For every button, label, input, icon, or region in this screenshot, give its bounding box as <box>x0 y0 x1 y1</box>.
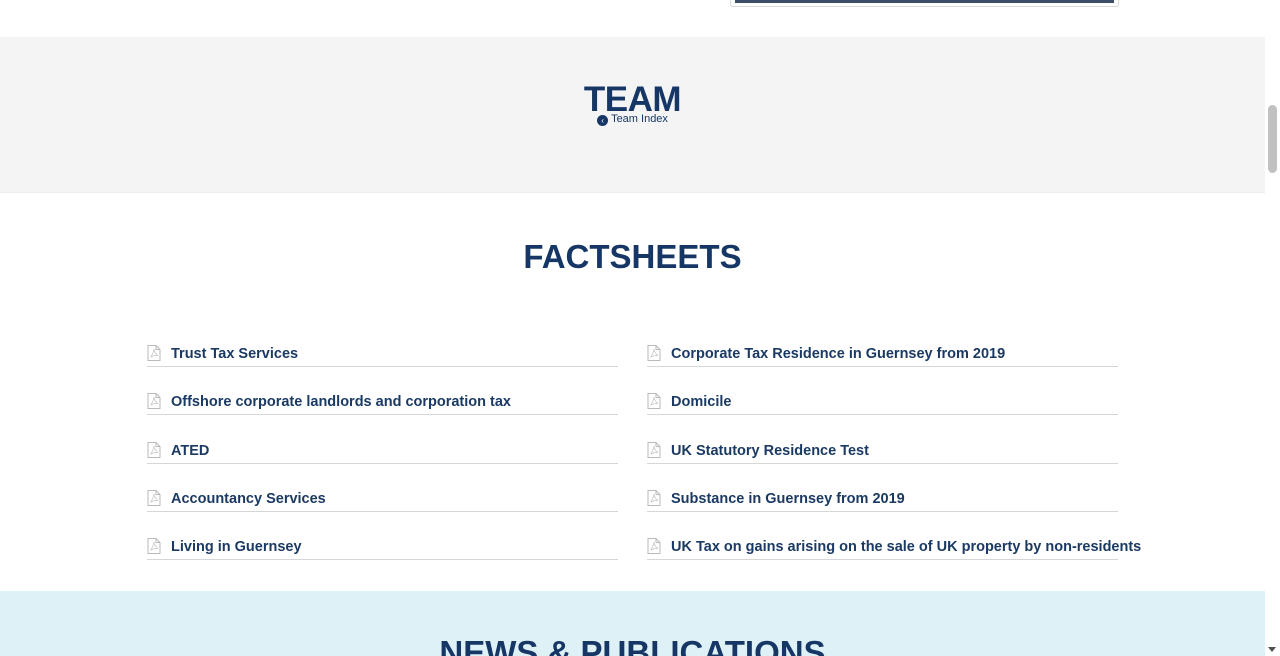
factsheet-link[interactable]: Substance in Guernsey from 2019 <box>671 490 905 508</box>
featured-image <box>735 0 1114 3</box>
factsheet-row: UK Statutory Residence Test <box>647 436 1118 464</box>
factsheet-item[interactable]: Living in Guernsey <box>147 532 618 580</box>
pdf-file-icon <box>647 345 661 361</box>
factsheet-item[interactable]: UK Tax on gains arising on the sale of U… <box>647 532 1141 580</box>
page-content: TEAM ‹ Team Index FACTSHEETS Trust Tax Se… <box>0 0 1265 656</box>
factsheet-item[interactable]: UK Statutory Residence Test <box>647 436 1118 484</box>
featured-image-frame <box>730 0 1119 7</box>
team-index-link[interactable]: ‹ Team Index <box>0 113 1265 126</box>
factsheet-link[interactable]: Corporate Tax Residence in Guernsey from… <box>671 345 1005 363</box>
pdf-file-icon <box>147 441 161 458</box>
factsheet-item[interactable]: Domicile <box>647 387 1118 435</box>
factsheets-left-column: Trust Tax Services Offshore corporate la… <box>147 339 618 580</box>
factsheet-row: UK Tax on gains arising on the sale of U… <box>647 532 1141 561</box>
factsheet-row: Domicile <box>647 387 1118 416</box>
scroll-down-arrow-icon[interactable] <box>1268 647 1276 652</box>
factsheet-link[interactable]: Trust Tax Services <box>171 345 298 363</box>
pdf-file-icon <box>647 489 661 506</box>
team-section: TEAM ‹ Team Index <box>0 37 1265 193</box>
factsheet-item[interactable]: Substance in Guernsey from 2019 <box>647 484 1118 532</box>
factsheet-item[interactable]: Corporate Tax Residence in Guernsey from… <box>647 339 1118 387</box>
factsheet-link[interactable]: Living in Guernsey <box>171 538 302 556</box>
factsheet-row: Accountancy Services <box>147 484 618 512</box>
factsheet-link[interactable]: UK Tax on gains arising on the sale of U… <box>671 538 1141 556</box>
pdf-file-icon <box>647 393 661 410</box>
factsheet-row: Living in Guernsey <box>147 532 618 561</box>
page-viewport: TEAM ‹ Team Index FACTSHEETS Trust Tax Se… <box>0 0 1280 656</box>
factsheet-item[interactable]: Accountancy Services <box>147 484 618 532</box>
pdf-file-icon <box>147 489 161 506</box>
team-index-label: Team Index <box>611 113 668 125</box>
news-heading: NEWS & PUBLICATIONS <box>439 634 826 656</box>
pdf-file-icon <box>147 345 161 361</box>
factsheet-item[interactable]: ATED <box>147 436 618 484</box>
factsheet-row: Offshore corporate landlords and corpora… <box>147 387 618 416</box>
factsheet-row: Corporate Tax Residence in Guernsey from… <box>647 339 1118 367</box>
factsheet-link[interactable]: Offshore corporate landlords and corpora… <box>171 393 511 411</box>
factsheet-link[interactable]: Accountancy Services <box>171 490 326 508</box>
factsheet-row: Trust Tax Services <box>147 339 618 367</box>
news-section: NEWS & PUBLICATIONS <box>0 591 1265 656</box>
factsheet-link[interactable]: UK Statutory Residence Test <box>671 442 869 460</box>
pdf-file-icon <box>147 393 161 410</box>
scrollbar-thumb[interactable] <box>1268 105 1277 173</box>
factsheet-row: ATED <box>147 436 618 464</box>
factsheet-row: Substance in Guernsey from 2019 <box>647 484 1118 512</box>
pdf-file-icon <box>147 538 161 555</box>
top-section <box>0 0 1265 37</box>
factsheets-heading: FACTSHEETS <box>523 238 742 275</box>
pdf-file-icon <box>647 441 661 458</box>
factsheet-link[interactable]: ATED <box>171 442 209 460</box>
page-scrollbar[interactable] <box>1265 0 1280 656</box>
factsheet-item[interactable]: Trust Tax Services <box>147 339 618 387</box>
factsheets-right-column: Corporate Tax Residence in Guernsey from… <box>647 339 1141 580</box>
pdf-file-icon <box>647 538 661 555</box>
factsheet-item[interactable]: Offshore corporate landlords and corpora… <box>147 387 618 435</box>
chevron-left-circle-icon: ‹ <box>597 115 609 126</box>
factsheet-link[interactable]: Domicile <box>671 393 731 411</box>
